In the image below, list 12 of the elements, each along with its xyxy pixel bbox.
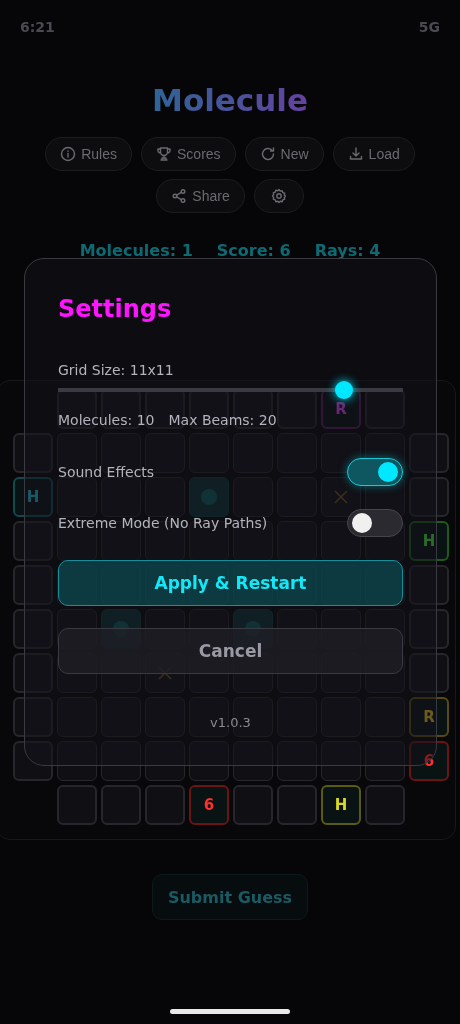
dialog-title: Settings bbox=[58, 294, 173, 325]
grid-size-label: Grid Size: 11x11 bbox=[58, 362, 175, 378]
info-text: Max Beams: 20 bbox=[168, 412, 277, 428]
stat-label: Score: 6 bbox=[216, 241, 291, 260]
toggle-label: Extreme Mode (No Ray Paths) bbox=[58, 515, 268, 531]
version-text: v1.0.3 bbox=[209, 715, 252, 730]
info-text: Molecules: 10 bbox=[58, 412, 155, 428]
status-time: 6:21 bbox=[20, 19, 55, 35]
network-label: 5G bbox=[418, 19, 440, 35]
stat-label: Rays: 4 bbox=[314, 241, 381, 260]
toggle-label: Sound Effects bbox=[58, 464, 155, 480]
stat-label: Molecules: 1 bbox=[79, 241, 193, 260]
